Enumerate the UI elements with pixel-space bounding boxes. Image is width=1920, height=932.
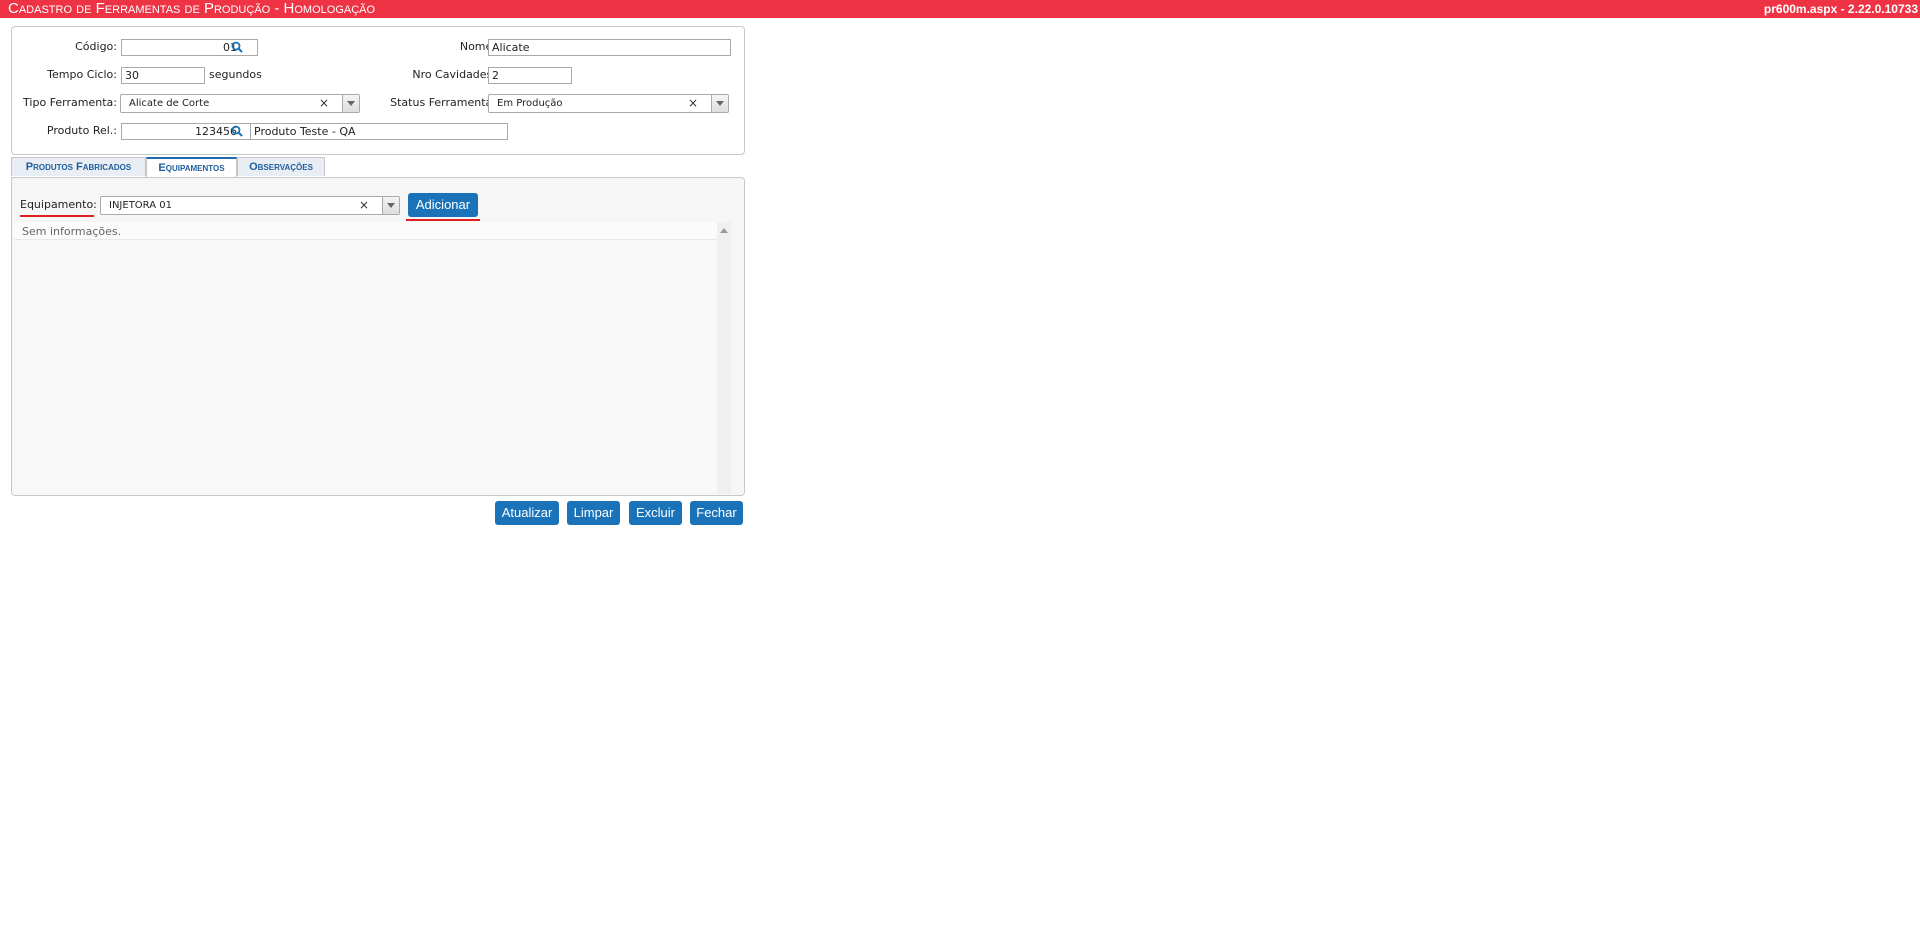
equipamento-selected-value: INJETORA 01 xyxy=(109,200,172,211)
produto-rel-label: Produto Rel.: xyxy=(46,124,117,137)
produto-rel-desc-field: Produto Teste - QA xyxy=(250,123,508,140)
atualizar-button[interactable]: Atualizar xyxy=(495,501,559,525)
tab-observacoes[interactable]: Observações xyxy=(237,157,325,176)
scroll-up-icon[interactable] xyxy=(720,228,728,233)
adicionar-button[interactable]: Adicionar xyxy=(408,193,478,217)
equipamento-label: Equipamento: xyxy=(20,198,97,211)
tab-equipamentos[interactable]: Equipamentos xyxy=(146,157,237,178)
page-title: Cadastro de Ferramentas de Produção - Ho… xyxy=(8,0,376,17)
main-form-panel: Código: 01 Nome: Alicate Tempo Ciclo: 30… xyxy=(11,26,745,155)
chevron-down-icon[interactable] xyxy=(382,197,399,214)
grid-scrollbar[interactable] xyxy=(717,222,731,494)
equipamentos-panel: Equipamento: INJETORA 01 × Adicionar Sem… xyxy=(11,177,745,496)
tipo-ferramenta-label: Tipo Ferramenta: xyxy=(23,96,117,109)
tempo-ciclo-unit: segundos xyxy=(209,68,262,81)
tempo-ciclo-field[interactable]: 30 xyxy=(121,67,205,84)
adicionar-button-highlight xyxy=(406,219,480,221)
status-ferramenta-clear-icon[interactable]: × xyxy=(688,95,698,112)
tipo-ferramenta-clear-icon[interactable]: × xyxy=(319,95,329,112)
fechar-button[interactable]: Fechar xyxy=(690,501,743,525)
title-bar: Cadastro de Ferramentas de Produção - Ho… xyxy=(0,0,1920,18)
status-ferramenta-label: Status Ferramenta: xyxy=(390,96,496,109)
tipo-ferramenta-select[interactable]: Alicate de Corte × xyxy=(120,94,360,113)
equipamentos-grid: Sem informações. xyxy=(14,222,729,492)
equipamento-label-highlight xyxy=(20,215,94,217)
tab-produtos-fabricados[interactable]: Produtos Fabricados xyxy=(11,157,146,176)
nome-label: Nome: xyxy=(459,40,496,53)
nro-cavidades-label: Nro Cavidades: xyxy=(412,68,496,81)
version-label: pr600m.aspx - 2.22.0.10733 xyxy=(1763,2,1918,16)
codigo-search-icon[interactable] xyxy=(231,41,243,53)
chevron-down-icon[interactable] xyxy=(711,95,728,112)
tempo-ciclo-label: Tempo Ciclo: xyxy=(47,68,117,81)
tipo-ferramenta-value: Alicate de Corte xyxy=(129,98,210,109)
status-ferramenta-select[interactable]: Em Produção × xyxy=(488,94,729,113)
chevron-down-icon[interactable] xyxy=(342,95,359,112)
grid-empty-row: Sem informações. xyxy=(14,222,719,240)
empty-message: Sem informações. xyxy=(22,225,122,238)
equipamento-clear-icon[interactable]: × xyxy=(359,197,369,214)
codigo-label: Código: xyxy=(75,40,117,53)
status-ferramenta-value: Em Produção xyxy=(497,98,563,109)
nro-cavidades-field[interactable]: 2 xyxy=(488,67,572,84)
equipamento-select[interactable]: INJETORA 01 × xyxy=(100,196,400,215)
nome-field[interactable]: Alicate xyxy=(488,39,731,56)
limpar-button[interactable]: Limpar xyxy=(567,501,620,525)
excluir-button[interactable]: Excluir xyxy=(629,501,682,525)
produto-search-icon[interactable] xyxy=(231,125,243,137)
